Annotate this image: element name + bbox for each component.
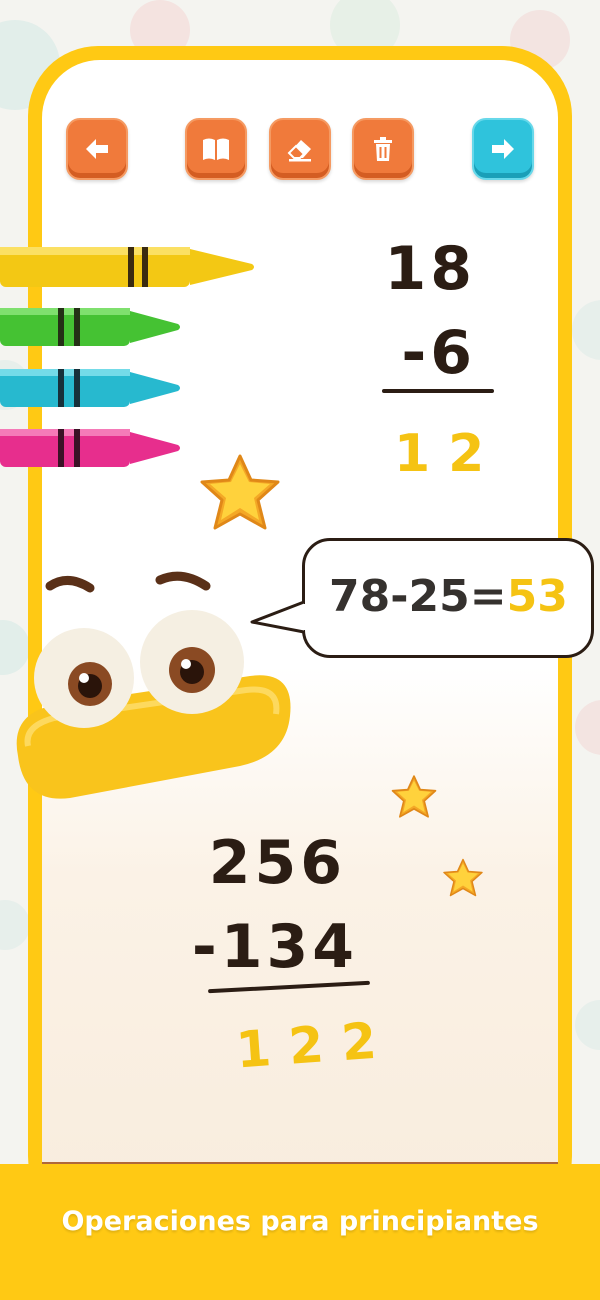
- arrow-left-icon: [86, 139, 108, 159]
- bubble-result: 53: [506, 571, 568, 622]
- green-crayon[interactable]: [0, 306, 184, 346]
- mascot-character[interactable]: [10, 566, 300, 816]
- bottom-banner: Operaciones para principiantes: [0, 1164, 600, 1300]
- delete-button[interactable]: [352, 118, 414, 180]
- star-icon: [200, 454, 280, 530]
- book-icon: [203, 138, 229, 160]
- problem2-answer: 122: [234, 1010, 397, 1080]
- problem1-answer: 12: [394, 424, 503, 484]
- pink-crayon[interactable]: [0, 427, 184, 467]
- problem1-line: [382, 389, 494, 393]
- eraser-icon: [287, 140, 311, 162]
- yellow-crayon[interactable]: [0, 244, 256, 287]
- cyan-crayon[interactable]: [0, 367, 184, 407]
- eraser-button[interactable]: [269, 118, 331, 180]
- bubble-equation: 78-25=53: [329, 571, 568, 622]
- next-button[interactable]: [472, 118, 534, 180]
- problem1-minuend: 18: [384, 234, 476, 304]
- speech-bubble: 78-25=53: [302, 538, 594, 658]
- problem2-subtrahend: -134: [191, 912, 358, 982]
- small-star-icon: [443, 858, 483, 897]
- trash-icon: [374, 137, 392, 161]
- small-star-icon: [391, 775, 437, 818]
- back-button[interactable]: [66, 118, 128, 180]
- banner-caption: Operaciones para principiantes: [61, 1206, 539, 1237]
- problem1-subtrahend: -6: [401, 318, 476, 388]
- problem2-minuend: 256: [208, 828, 346, 898]
- book-button[interactable]: [185, 118, 247, 180]
- arrow-right-icon: [492, 139, 514, 159]
